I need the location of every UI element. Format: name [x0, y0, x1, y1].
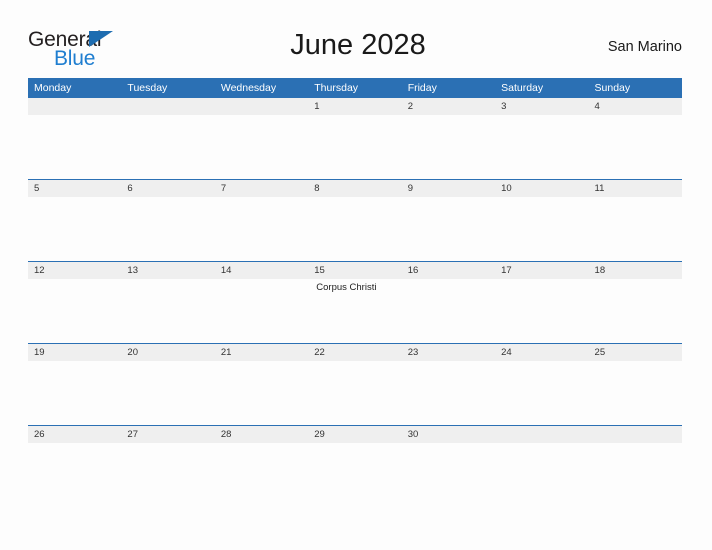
day-number[interactable] — [121, 98, 215, 115]
day-event-cell[interactable] — [308, 197, 402, 262]
week-row-dates: 26 27 28 29 30 — [28, 425, 682, 443]
day-number[interactable]: 21 — [214, 343, 309, 361]
week-row-dates: 1 2 3 4 — [28, 98, 682, 115]
day-number[interactable]: 25 — [588, 343, 682, 361]
day-number[interactable]: 2 — [401, 98, 496, 115]
day-number[interactable]: 11 — [588, 179, 682, 197]
day-number[interactable]: 7 — [214, 179, 309, 197]
day-event-cell[interactable] — [495, 279, 589, 344]
day-event-cell[interactable] — [588, 197, 682, 262]
day-event-cell[interactable] — [401, 115, 496, 180]
day-number[interactable]: 17 — [495, 261, 589, 279]
calendar-grid: Monday Tuesday Wednesday Thursday Friday… — [28, 78, 682, 459]
calendar-body: 1 2 3 4 5 6 7 8 9 10 11 12 13 14 15 16 1… — [28, 98, 682, 459]
week-row-events — [28, 443, 682, 459]
day-number[interactable]: 22 — [308, 343, 402, 361]
week-row-events — [28, 361, 682, 426]
day-event-cell[interactable] — [214, 361, 309, 426]
day-number[interactable] — [495, 425, 589, 443]
day-event-cell[interactable] — [214, 279, 309, 344]
day-event-cell[interactable] — [495, 197, 589, 262]
day-number[interactable] — [588, 425, 682, 443]
day-number[interactable] — [28, 98, 122, 115]
day-number[interactable] — [214, 98, 309, 115]
page-title: June 2028 — [290, 29, 426, 61]
weekday-header-friday: Friday — [401, 78, 496, 98]
day-event-cell[interactable] — [401, 361, 496, 426]
day-event-cell[interactable] — [495, 115, 589, 180]
day-event-cell[interactable] — [28, 443, 122, 459]
generalblue-logo[interactable]: General Blue — [28, 26, 158, 74]
day-event-cell[interactable] — [588, 443, 682, 459]
day-number[interactable]: 29 — [308, 425, 402, 443]
day-number[interactable]: 19 — [28, 343, 122, 361]
day-event-cell[interactable] — [214, 443, 309, 459]
day-event-cell[interactable] — [401, 443, 496, 459]
day-number[interactable]: 15 — [308, 261, 402, 279]
weekday-header-tuesday: Tuesday — [121, 78, 215, 98]
day-event-cell[interactable] — [495, 443, 589, 459]
weekday-header-sunday: Sunday — [588, 78, 682, 98]
day-number[interactable]: 18 — [588, 261, 682, 279]
day-number[interactable]: 1 — [308, 98, 402, 115]
day-number[interactable]: 28 — [214, 425, 309, 443]
day-event-cell[interactable] — [214, 115, 309, 180]
day-number[interactable]: 12 — [28, 261, 122, 279]
country-label: San Marino — [607, 39, 682, 55]
day-number[interactable]: 6 — [121, 179, 215, 197]
weekday-header-thursday: Thursday — [308, 78, 402, 98]
day-event-cell[interactable]: Corpus Christi — [308, 279, 402, 344]
day-event-cell[interactable] — [214, 197, 309, 262]
day-event-cell[interactable] — [308, 115, 402, 180]
day-event-cell[interactable] — [28, 197, 122, 262]
day-number[interactable]: 24 — [495, 343, 589, 361]
day-number[interactable]: 23 — [401, 343, 496, 361]
day-number[interactable]: 5 — [28, 179, 122, 197]
day-event-cell[interactable] — [495, 361, 589, 426]
logo-text-blue: Blue — [54, 47, 96, 70]
event-label: Corpus Christi — [316, 282, 377, 293]
day-number[interactable]: 9 — [401, 179, 496, 197]
day-event-cell[interactable] — [308, 443, 402, 459]
week-row-events — [28, 115, 682, 180]
day-event-cell[interactable] — [121, 443, 215, 459]
weekday-header-wednesday: Wednesday — [214, 78, 309, 98]
calendar-header-row: Monday Tuesday Wednesday Thursday Friday… — [28, 78, 682, 98]
weekday-header-saturday: Saturday — [495, 78, 589, 98]
weekday-header-monday: Monday — [28, 78, 122, 98]
day-event-cell[interactable] — [401, 197, 496, 262]
triangle-right-icon — [89, 31, 113, 47]
day-number[interactable]: 20 — [121, 343, 215, 361]
calendar-page: General Blue June 2028 San Marino Monday… — [0, 0, 712, 550]
day-event-cell[interactable] — [28, 115, 122, 180]
day-number[interactable]: 8 — [308, 179, 402, 197]
day-event-cell[interactable] — [588, 279, 682, 344]
day-number[interactable]: 16 — [401, 261, 496, 279]
day-number[interactable]: 27 — [121, 425, 215, 443]
day-event-cell[interactable] — [28, 279, 122, 344]
day-event-cell[interactable] — [588, 115, 682, 180]
day-event-cell[interactable] — [401, 279, 496, 344]
day-number[interactable]: 13 — [121, 261, 215, 279]
day-event-cell[interactable] — [588, 361, 682, 426]
week-row-events — [28, 197, 682, 262]
day-number[interactable]: 30 — [401, 425, 496, 443]
day-event-cell[interactable] — [121, 115, 215, 180]
day-number[interactable]: 14 — [214, 261, 309, 279]
day-number[interactable]: 3 — [495, 98, 589, 115]
day-event-cell[interactable] — [121, 197, 215, 262]
day-event-cell[interactable] — [28, 361, 122, 426]
day-event-cell[interactable] — [308, 361, 402, 426]
page-header: General Blue June 2028 San Marino — [28, 26, 682, 74]
day-event-cell[interactable] — [121, 361, 215, 426]
day-number[interactable]: 10 — [495, 179, 589, 197]
day-number[interactable]: 4 — [588, 98, 682, 115]
day-event-cell[interactable] — [121, 279, 215, 344]
week-row-dates: 12 13 14 15 16 17 18 — [28, 261, 682, 279]
week-row-events: Corpus Christi — [28, 279, 682, 344]
day-number[interactable]: 26 — [28, 425, 122, 443]
week-row-dates: 5 6 7 8 9 10 11 — [28, 179, 682, 197]
week-row-dates: 19 20 21 22 23 24 25 — [28, 343, 682, 361]
